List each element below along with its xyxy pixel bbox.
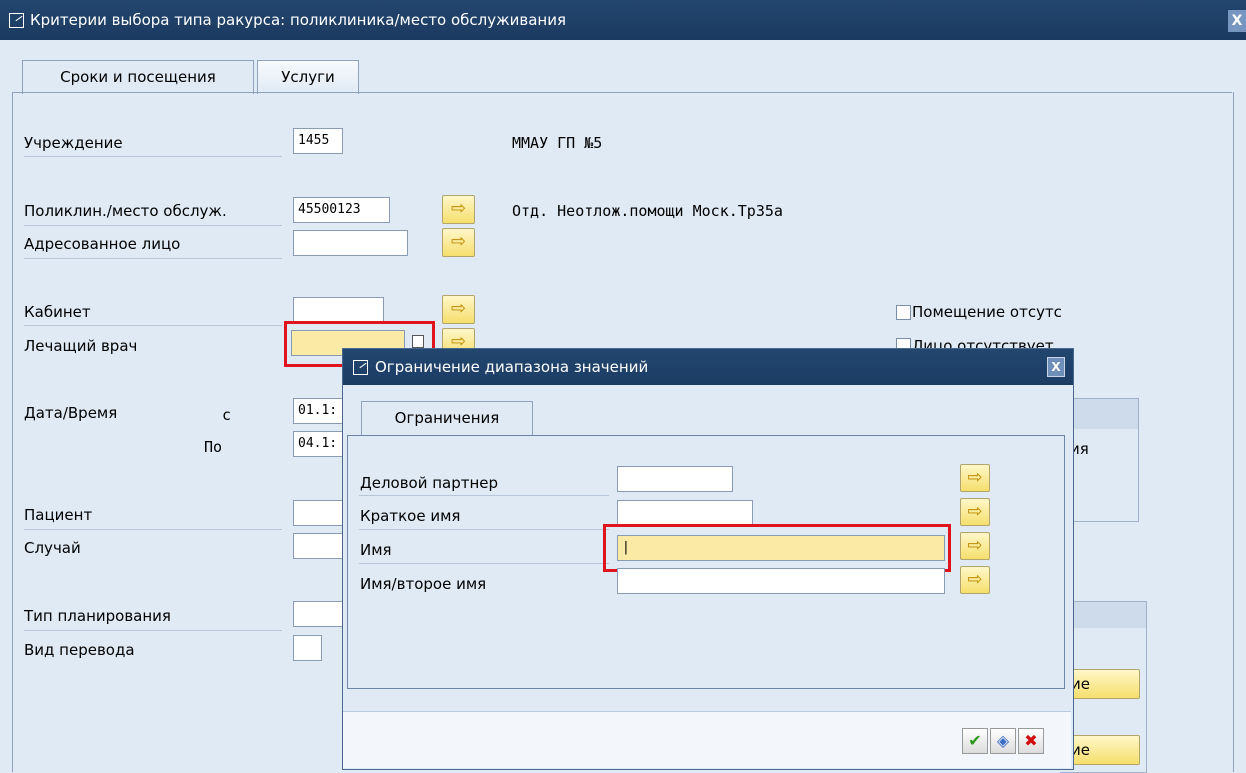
- tab-label: Ограничения: [394, 409, 500, 427]
- tab-label: Услуги: [281, 68, 335, 86]
- datetime-label: Дата/Время: [24, 404, 118, 422]
- addressee-picker-button[interactable]: ⇨: [442, 228, 475, 257]
- partner-picker-button[interactable]: ⇨: [960, 464, 990, 492]
- patient-field[interactable]: [293, 500, 343, 526]
- divider: [24, 529, 282, 530]
- tab-services[interactable]: Услуги: [257, 60, 359, 94]
- arrow-right-icon: ⇨: [967, 569, 983, 590]
- cabinet-field[interactable]: [293, 297, 384, 323]
- second-name-picker-button[interactable]: ⇨: [960, 566, 990, 594]
- case-field[interactable]: [293, 533, 343, 559]
- doctor-label: Лечащий врач: [24, 337, 138, 355]
- partner-field[interactable]: [617, 466, 733, 492]
- institution-label: Учреждение: [24, 134, 123, 152]
- dialog-close-icon[interactable]: X: [1047, 357, 1065, 377]
- short-name-picker-button[interactable]: ⇨: [960, 498, 990, 526]
- planning-type-field[interactable]: [293, 601, 343, 627]
- date-to-field[interactable]: 04.1:: [293, 431, 343, 457]
- clinic-label: Поликлин./место обслуж.: [24, 202, 227, 220]
- multiple-selection-icon[interactable]: ◈: [990, 728, 1016, 754]
- planning-type-label: Тип планирования: [24, 607, 171, 625]
- dialog-title: Ограничение диапазона значений: [375, 358, 649, 376]
- divider: [359, 563, 609, 564]
- partner-label: Деловой партнер: [360, 474, 499, 492]
- tab-label: Сроки и посещения: [60, 68, 216, 86]
- short-name-label: Краткое имя: [360, 507, 461, 525]
- name-picker-button[interactable]: ⇨: [960, 532, 990, 560]
- case-label: Случай: [24, 539, 81, 557]
- divider: [24, 258, 282, 259]
- room-missing-label: Помещение отсутс: [912, 303, 1062, 321]
- second-name-field[interactable]: [617, 568, 945, 594]
- cabinet-picker-button[interactable]: ⇨: [442, 295, 475, 324]
- arrow-right-icon: ⇨: [967, 535, 983, 556]
- clinic-text: Отд. Неотлож.помощи Моск.Тр35а: [512, 202, 783, 220]
- date-from-field[interactable]: 01.1:: [293, 398, 343, 424]
- patient-label: Пациент: [24, 506, 93, 524]
- transfer-type-label: Вид перевода: [24, 641, 135, 659]
- institution-text: ММАУ ГП №5: [512, 134, 603, 152]
- divider: [359, 495, 609, 496]
- arrow-right-icon: ⇨: [450, 298, 467, 319]
- cabinet-label: Кабинет: [24, 303, 91, 321]
- institution-field[interactable]: 1455: [293, 128, 343, 154]
- name-highlight: [603, 524, 951, 572]
- divider: [359, 529, 609, 530]
- window-icon: [9, 13, 24, 28]
- short-name-field[interactable]: [617, 500, 753, 526]
- addressee-label: Адресованное лицо: [24, 235, 181, 253]
- name-label: Имя: [360, 541, 392, 559]
- transfer-type-field[interactable]: [293, 635, 322, 661]
- addressee-field[interactable]: [293, 230, 408, 256]
- date-to-label: По: [204, 438, 223, 456]
- divider: [24, 156, 282, 157]
- date-from-label: с: [222, 406, 232, 424]
- room-missing-checkbox[interactable]: [896, 305, 911, 320]
- dialog-titlebar: Ограничение диапазона значений X: [343, 349, 1073, 385]
- dialog-icon: [353, 360, 368, 375]
- second-name-label: Имя/второе имя: [360, 575, 487, 593]
- window-title: Критерии выбора типа ракурса: поликлиник…: [30, 11, 567, 29]
- confirm-icon[interactable]: ✔: [962, 728, 988, 754]
- divider: [24, 225, 282, 226]
- divider: [24, 630, 282, 631]
- window-titlebar: Критерии выбора типа ракурса: поликлиник…: [0, 0, 1246, 40]
- arrow-right-icon: ⇨: [450, 231, 467, 252]
- arrow-right-icon: ⇨: [967, 467, 983, 488]
- window-close-icon[interactable]: X: [1228, 10, 1246, 32]
- tab-restrictions[interactable]: Ограничения: [361, 401, 533, 435]
- cancel-icon[interactable]: ✖: [1018, 728, 1044, 754]
- clinic-picker-button[interactable]: ⇨: [442, 195, 475, 224]
- arrow-right-icon: ⇨: [450, 198, 467, 219]
- divider: [24, 325, 282, 326]
- restriction-dialog: Ограничение диапазона значений X Огранич…: [342, 348, 1074, 770]
- tab-terms-visits[interactable]: Сроки и посещения: [22, 60, 254, 94]
- arrow-right-icon: ⇨: [967, 501, 983, 522]
- clinic-field[interactable]: 45500123: [293, 197, 390, 223]
